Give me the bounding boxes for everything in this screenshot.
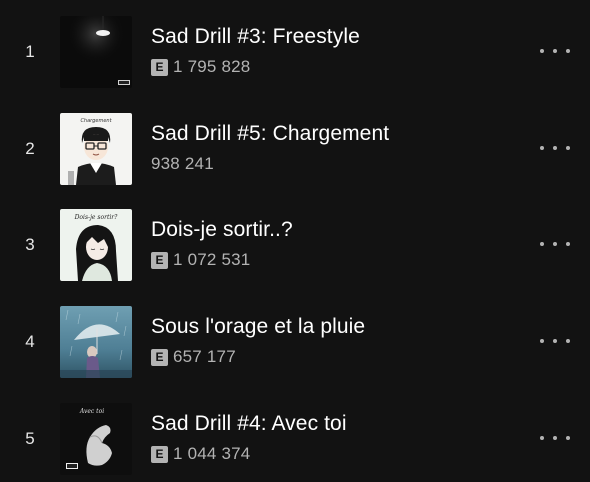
- play-count: 657 177: [173, 347, 236, 366]
- dot-icon: [566, 49, 570, 53]
- track-list: 1 Sad Drill #3: Freestyle E 1 795 828 2 …: [0, 0, 590, 482]
- more-options-button[interactable]: [540, 141, 570, 155]
- track-title: Sous l'orage et la pluie: [151, 315, 366, 338]
- dot-icon: [553, 242, 557, 246]
- more-options-button[interactable]: [540, 44, 570, 58]
- track-row[interactable]: 1 Sad Drill #3: Freestyle E 1 795 828: [0, 16, 590, 112]
- play-count: 1 044 374: [173, 444, 251, 463]
- dot-icon: [540, 146, 544, 150]
- dot-icon: [553, 146, 557, 150]
- track-meta: E 1 072 531: [151, 250, 251, 269]
- explicit-badge: E: [151, 445, 168, 463]
- track-row[interactable]: 5 Avec toi Sad Drill #4: Avec toi E 1 04…: [0, 403, 590, 482]
- dot-icon: [566, 436, 570, 440]
- dot-icon: [540, 339, 544, 343]
- more-options-button[interactable]: [540, 431, 570, 445]
- play-count: 1 795 828: [173, 57, 251, 76]
- dot-icon: [566, 339, 570, 343]
- track-rank: 5: [25, 429, 35, 448]
- dot-icon: [540, 436, 544, 440]
- dot-icon: [540, 49, 544, 53]
- track-row[interactable]: 2 Chargement Sad Drill #5: Chargement 93…: [0, 113, 590, 209]
- track-rank: 4: [25, 332, 35, 351]
- cartoon-glasses-cover[interactable]: Chargement: [60, 113, 132, 185]
- track-rank: 2: [25, 139, 35, 158]
- track-title: Sad Drill #3: Freestyle: [151, 25, 360, 48]
- dot-icon: [540, 242, 544, 246]
- track-meta: 938 241: [151, 154, 214, 173]
- track-meta: E 1 044 374: [151, 444, 251, 463]
- explicit-badge: E: [151, 348, 168, 366]
- dot-icon: [553, 436, 557, 440]
- anime-girl-cover[interactable]: Dois-je sortir?: [60, 209, 132, 281]
- cover-label: Avec toi: [79, 408, 104, 415]
- cover-label: Chargement: [80, 118, 112, 124]
- more-options-button[interactable]: [540, 334, 570, 348]
- track-title: Dois-je sortir..?: [151, 218, 293, 241]
- track-meta: E 1 795 828: [151, 57, 251, 76]
- dark-lamp-cover[interactable]: [60, 16, 132, 88]
- play-count: 938 241: [151, 154, 214, 173]
- dot-icon: [566, 242, 570, 246]
- dot-icon: [566, 146, 570, 150]
- cover-label: Dois-je sortir?: [74, 214, 119, 221]
- track-row[interactable]: 3 Dois-je sortir? Dois-je sortir..? E 1 …: [0, 209, 590, 305]
- more-options-button[interactable]: [540, 237, 570, 251]
- track-title: Sad Drill #4: Avec toi: [151, 412, 347, 435]
- explicit-badge: E: [151, 58, 168, 76]
- dot-icon: [553, 49, 557, 53]
- umbrella-rain-cover[interactable]: [60, 306, 132, 378]
- track-rank: 3: [25, 235, 35, 254]
- track-meta: E 657 177: [151, 347, 236, 366]
- play-count: 1 072 531: [173, 250, 251, 269]
- track-rank: 1: [25, 42, 35, 61]
- track-title: Sad Drill #5: Chargement: [151, 122, 390, 145]
- track-row[interactable]: 4 Sous l'orage et la pluie E 657 177: [0, 306, 590, 402]
- hand-bw-cover[interactable]: Avec toi: [60, 403, 132, 475]
- dot-icon: [553, 339, 557, 343]
- explicit-badge: E: [151, 251, 168, 269]
